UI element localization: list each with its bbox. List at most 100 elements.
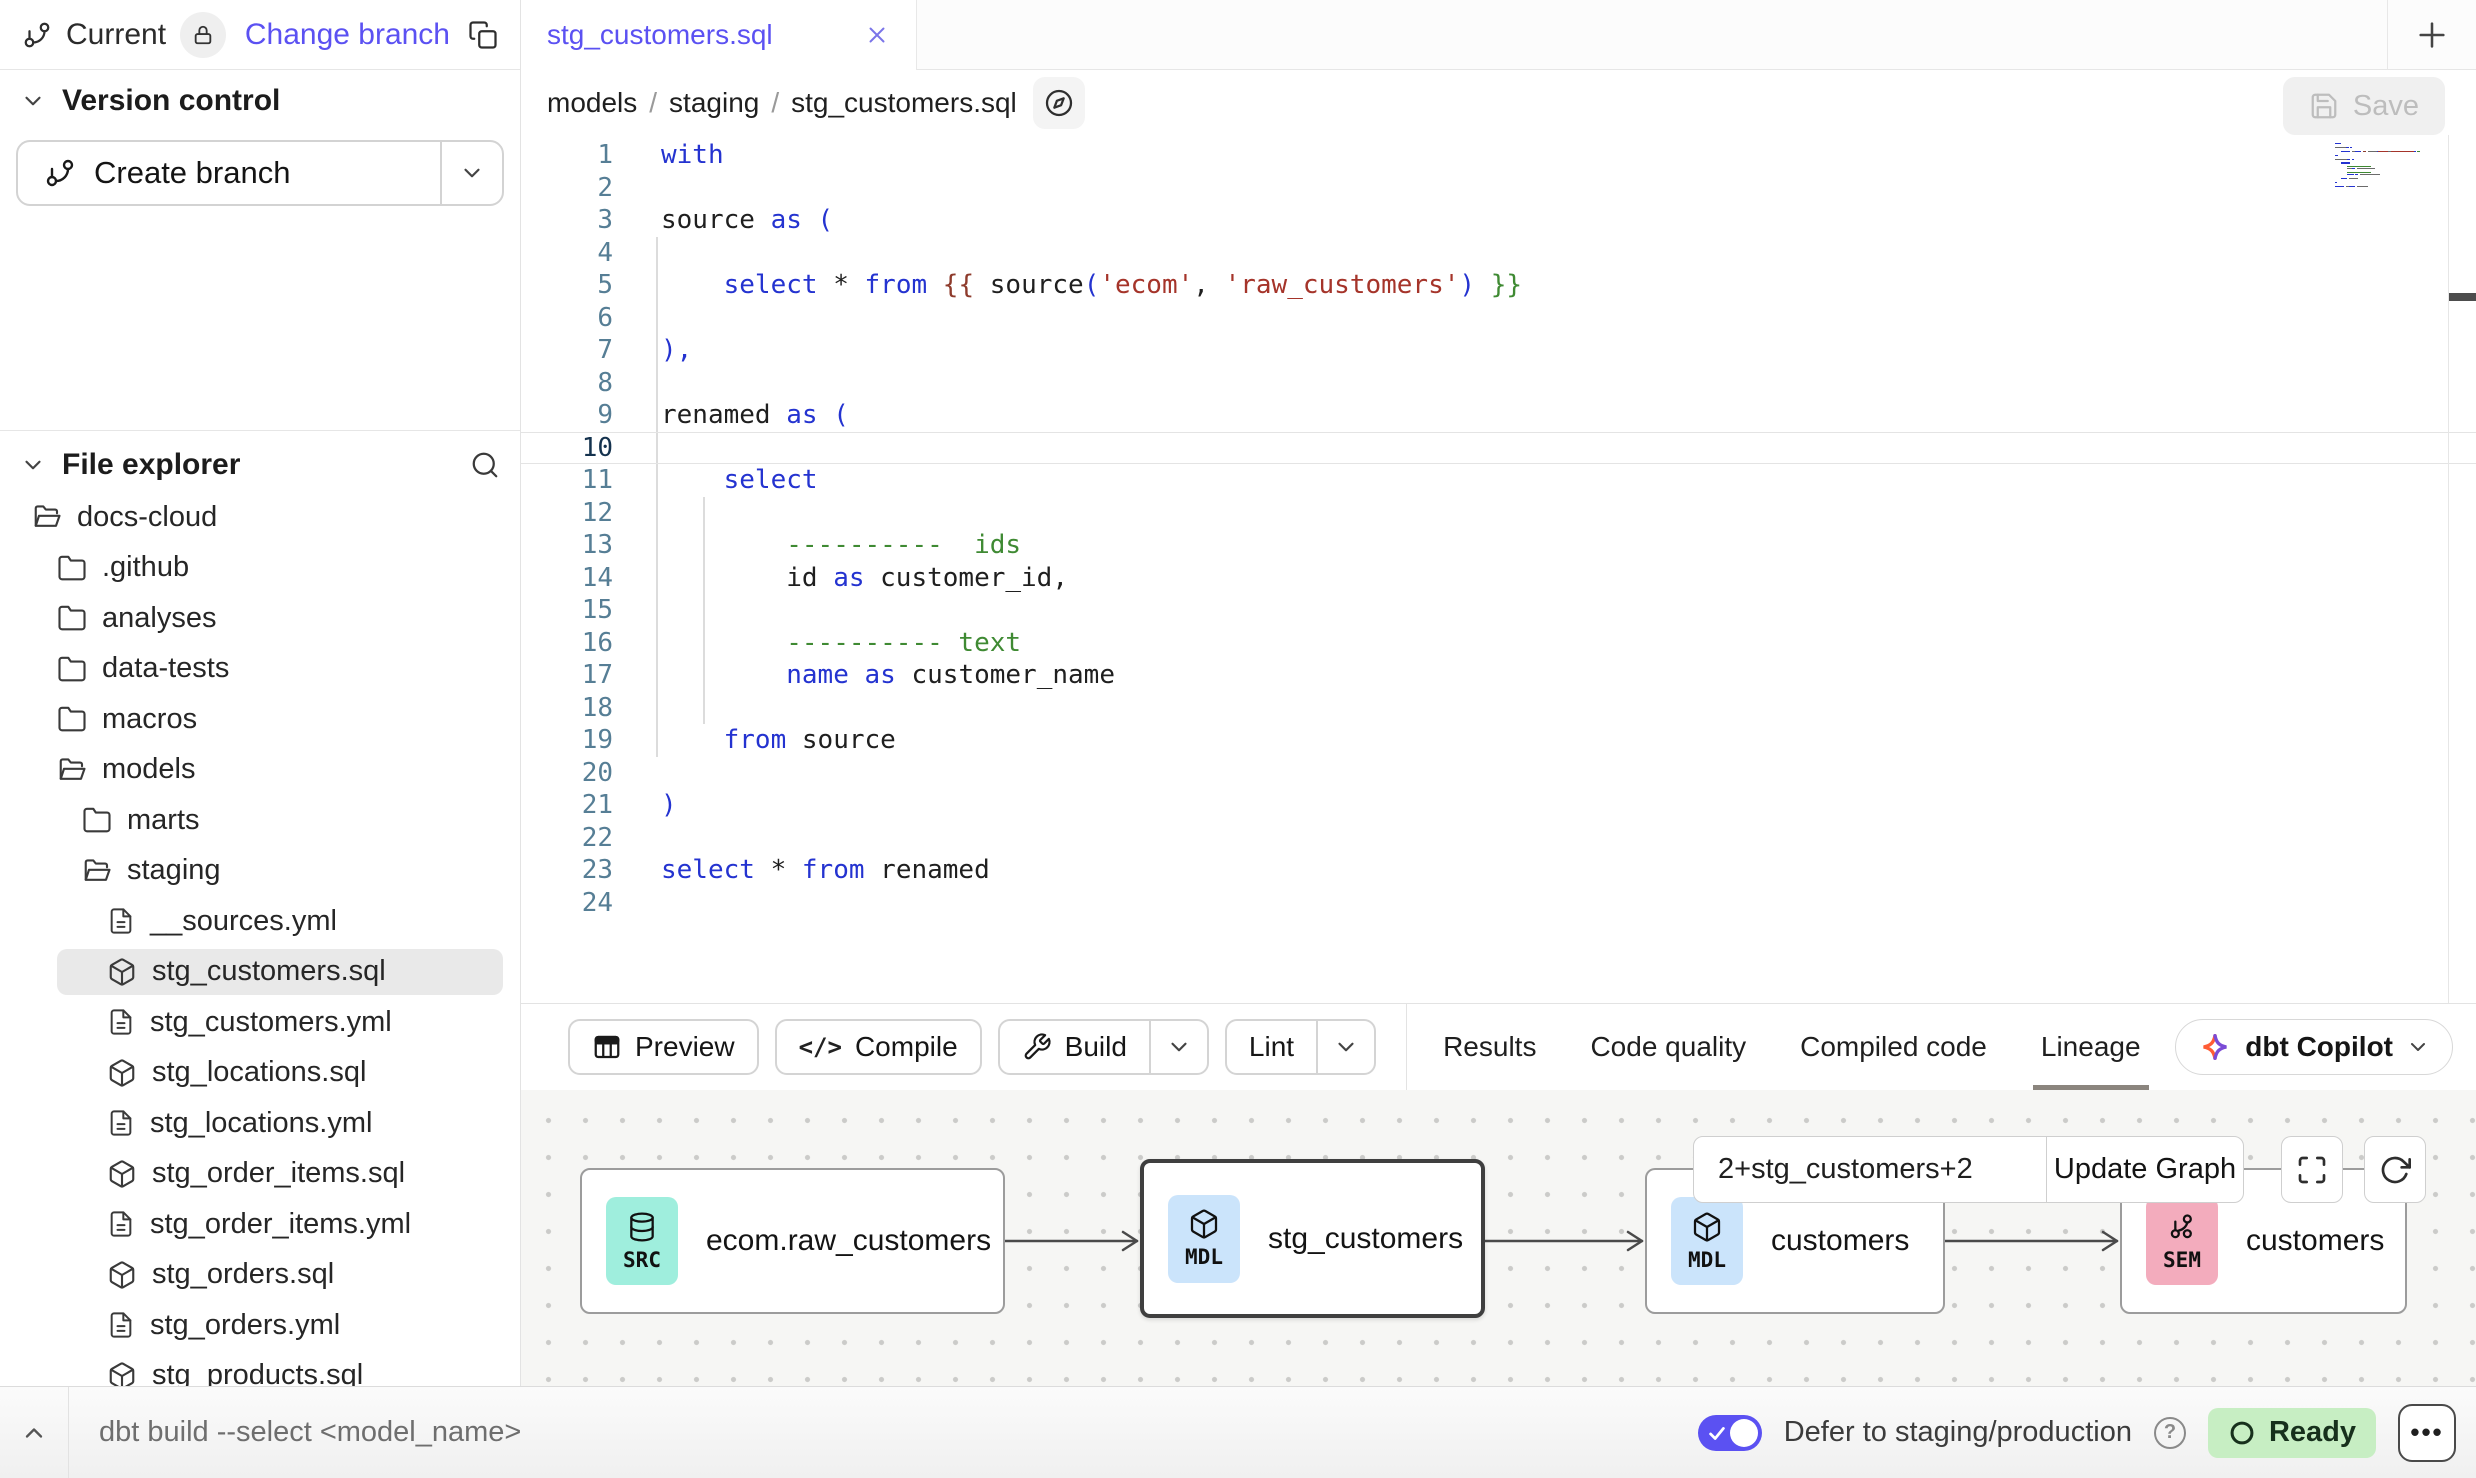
folder-icon <box>82 805 112 835</box>
defer-toggle[interactable] <box>1698 1415 1762 1451</box>
folder-open-icon <box>82 856 112 886</box>
line-number: 5 <box>521 270 621 300</box>
divider <box>0 430 520 431</box>
version-control-header[interactable]: Version control <box>0 84 300 118</box>
new-tab-button[interactable] <box>2387 0 2476 70</box>
line-number: 22 <box>521 823 621 853</box>
file-item--sources-yml[interactable]: __sources.yml <box>0 896 520 947</box>
breadcrumb-models[interactable]: models <box>547 87 637 119</box>
badge-label: MDL <box>1185 1245 1223 1269</box>
line-number: 4 <box>521 238 621 268</box>
file-item-label: docs-cloud <box>77 501 217 534</box>
create-branch-dropdown[interactable] <box>442 142 502 204</box>
compile-button[interactable]: </> Compile <box>775 1019 982 1075</box>
code-line-9: 9renamed as ( <box>521 399 2476 432</box>
file-item-label: stg_locations.yml <box>150 1107 372 1140</box>
folder-icon <box>57 704 87 734</box>
minimap[interactable] <box>2335 143 2431 190</box>
plus-icon <box>2415 18 2449 52</box>
tab-lineage[interactable]: Lineage <box>2041 1004 2141 1090</box>
file-item-staging[interactable]: staging <box>0 846 520 897</box>
chevron-down-icon[interactable] <box>20 452 46 478</box>
file-item-stg-order-items-sql[interactable]: stg_order_items.sql <box>0 1149 520 1200</box>
file-item-label: analyses <box>102 602 216 635</box>
file-item-label: stg_order_items.sql <box>152 1157 405 1190</box>
file-item-label: macros <box>102 703 197 736</box>
tab-results[interactable]: Results <box>1443 1004 1536 1090</box>
file-item-stg-orders-yml[interactable]: stg_orders.yml <box>0 1300 520 1351</box>
file-item-stg-order-items-yml[interactable]: stg_order_items.yml <box>0 1199 520 1250</box>
file-tree: docs-cloud .github analyses data-tests macro… <box>0 492 520 1386</box>
lint-dropdown[interactable] <box>1318 1021 1374 1073</box>
save-label: Save <box>2353 90 2419 123</box>
dbt-cloud-ide: Current Change branch Version control <box>0 0 2476 1478</box>
git-branch-icon <box>22 20 52 50</box>
lineage-selector-input[interactable]: 2+stg_customers+2 <box>1694 1137 2047 1202</box>
more-options-button[interactable]: ••• <box>2398 1404 2456 1462</box>
create-branch-main[interactable]: Create branch <box>18 142 440 204</box>
scrollbar-thumb[interactable] <box>2449 293 2476 301</box>
file-item-stg-customers-yml[interactable]: stg_customers.yml <box>0 997 520 1048</box>
model-icon <box>107 1159 137 1189</box>
preview-label: Preview <box>635 1031 735 1063</box>
help-icon[interactable]: ? <box>2154 1417 2186 1449</box>
file-item-marts[interactable]: marts <box>0 795 520 846</box>
file-item-data-tests[interactable]: data-tests <box>0 644 520 695</box>
build-dropdown[interactable] <box>1151 1021 1207 1073</box>
node-label: stg_customers <box>1268 1222 1463 1256</box>
copilot-compass-button[interactable] <box>1033 77 1085 129</box>
sidebar: Current Change branch Version control <box>0 0 521 1386</box>
preview-button[interactable]: Preview <box>568 1019 759 1075</box>
code-text: select <box>621 465 818 495</box>
file-item-macros[interactable]: macros <box>0 694 520 745</box>
code-line-14: 14 id as customer_id, <box>521 562 2476 595</box>
copy-icon[interactable] <box>468 20 498 50</box>
file-item-stg-locations-sql[interactable]: stg_locations.sql <box>0 1048 520 1099</box>
code-line-12: 12 <box>521 497 2476 530</box>
close-icon[interactable] <box>864 22 890 48</box>
file-item-stg-orders-sql[interactable]: stg_orders.sql <box>0 1250 520 1301</box>
lineage-node-stg-customers[interactable]: MDL stg_customers <box>1140 1159 1485 1318</box>
file-item-stg-products-sql[interactable]: stg_products.sql <box>0 1351 520 1387</box>
code-text: source as ( <box>621 205 833 235</box>
lineage-node-ecom-raw-customers[interactable]: SRCecom.raw_customers <box>580 1168 1005 1314</box>
tab-stg-customers-sql[interactable]: stg_customers.sql <box>521 0 917 70</box>
file-item-stg-locations-yml[interactable]: stg_locations.yml <box>0 1098 520 1149</box>
search-icon[interactable] <box>470 450 500 480</box>
lock-icon <box>192 24 214 46</box>
table-icon <box>592 1032 622 1062</box>
line-number: 24 <box>521 888 621 918</box>
code-line-13: 13 ---------- ids <box>521 529 2476 562</box>
dbt-copilot-label: dbt Copilot <box>2245 1031 2393 1063</box>
tab-code-quality[interactable]: Code quality <box>1590 1004 1746 1090</box>
code-editor[interactable]: 1with23source as (45 select * from {{ so… <box>521 135 2476 1003</box>
lineage-panel[interactable]: SRCecom.raw_customers MDL stg_customersMDL… <box>521 1090 2476 1386</box>
command-input[interactable]: dbt build --select <model_name> <box>69 1416 1698 1449</box>
node-type-badge: SEM <box>2146 1197 2218 1285</box>
refresh-icon[interactable] <box>2364 1136 2426 1203</box>
fullscreen-button[interactable] <box>2281 1136 2343 1203</box>
code-text: renamed as ( <box>621 400 849 430</box>
dbt-copilot-button[interactable]: dbt Copilot <box>2175 1019 2453 1075</box>
change-branch-link[interactable]: Change branch <box>245 18 450 52</box>
build-button[interactable]: Build <box>998 1019 1209 1075</box>
file-item-docs-cloud[interactable]: docs-cloud <box>0 492 520 543</box>
file-item-models[interactable]: models <box>0 745 520 796</box>
line-number: 10 <box>521 433 621 463</box>
code-line-1: 1with <box>521 139 2476 172</box>
file-item--github[interactable]: .github <box>0 543 520 594</box>
chevron-up-icon[interactable] <box>0 1387 68 1478</box>
breadcrumb-staging[interactable]: staging <box>669 87 759 119</box>
save-button[interactable]: Save <box>2283 77 2445 135</box>
update-graph-button[interactable]: Update Graph <box>2047 1137 2243 1202</box>
line-number: 20 <box>521 758 621 788</box>
lint-label: Lint <box>1249 1031 1294 1063</box>
lint-button[interactable]: Lint <box>1225 1019 1376 1075</box>
panel-tabs: Results Code quality Compiled code Lineage <box>1443 1004 2140 1090</box>
file-item-label: __sources.yml <box>150 905 337 938</box>
line-number: 8 <box>521 368 621 398</box>
file-item-analyses[interactable]: analyses <box>0 593 520 644</box>
file-item-stg-customers-sql[interactable]: stg_customers.sql <box>0 947 520 998</box>
create-branch-button[interactable]: Create branch <box>16 140 504 206</box>
tab-compiled-code[interactable]: Compiled code <box>1800 1004 1987 1090</box>
